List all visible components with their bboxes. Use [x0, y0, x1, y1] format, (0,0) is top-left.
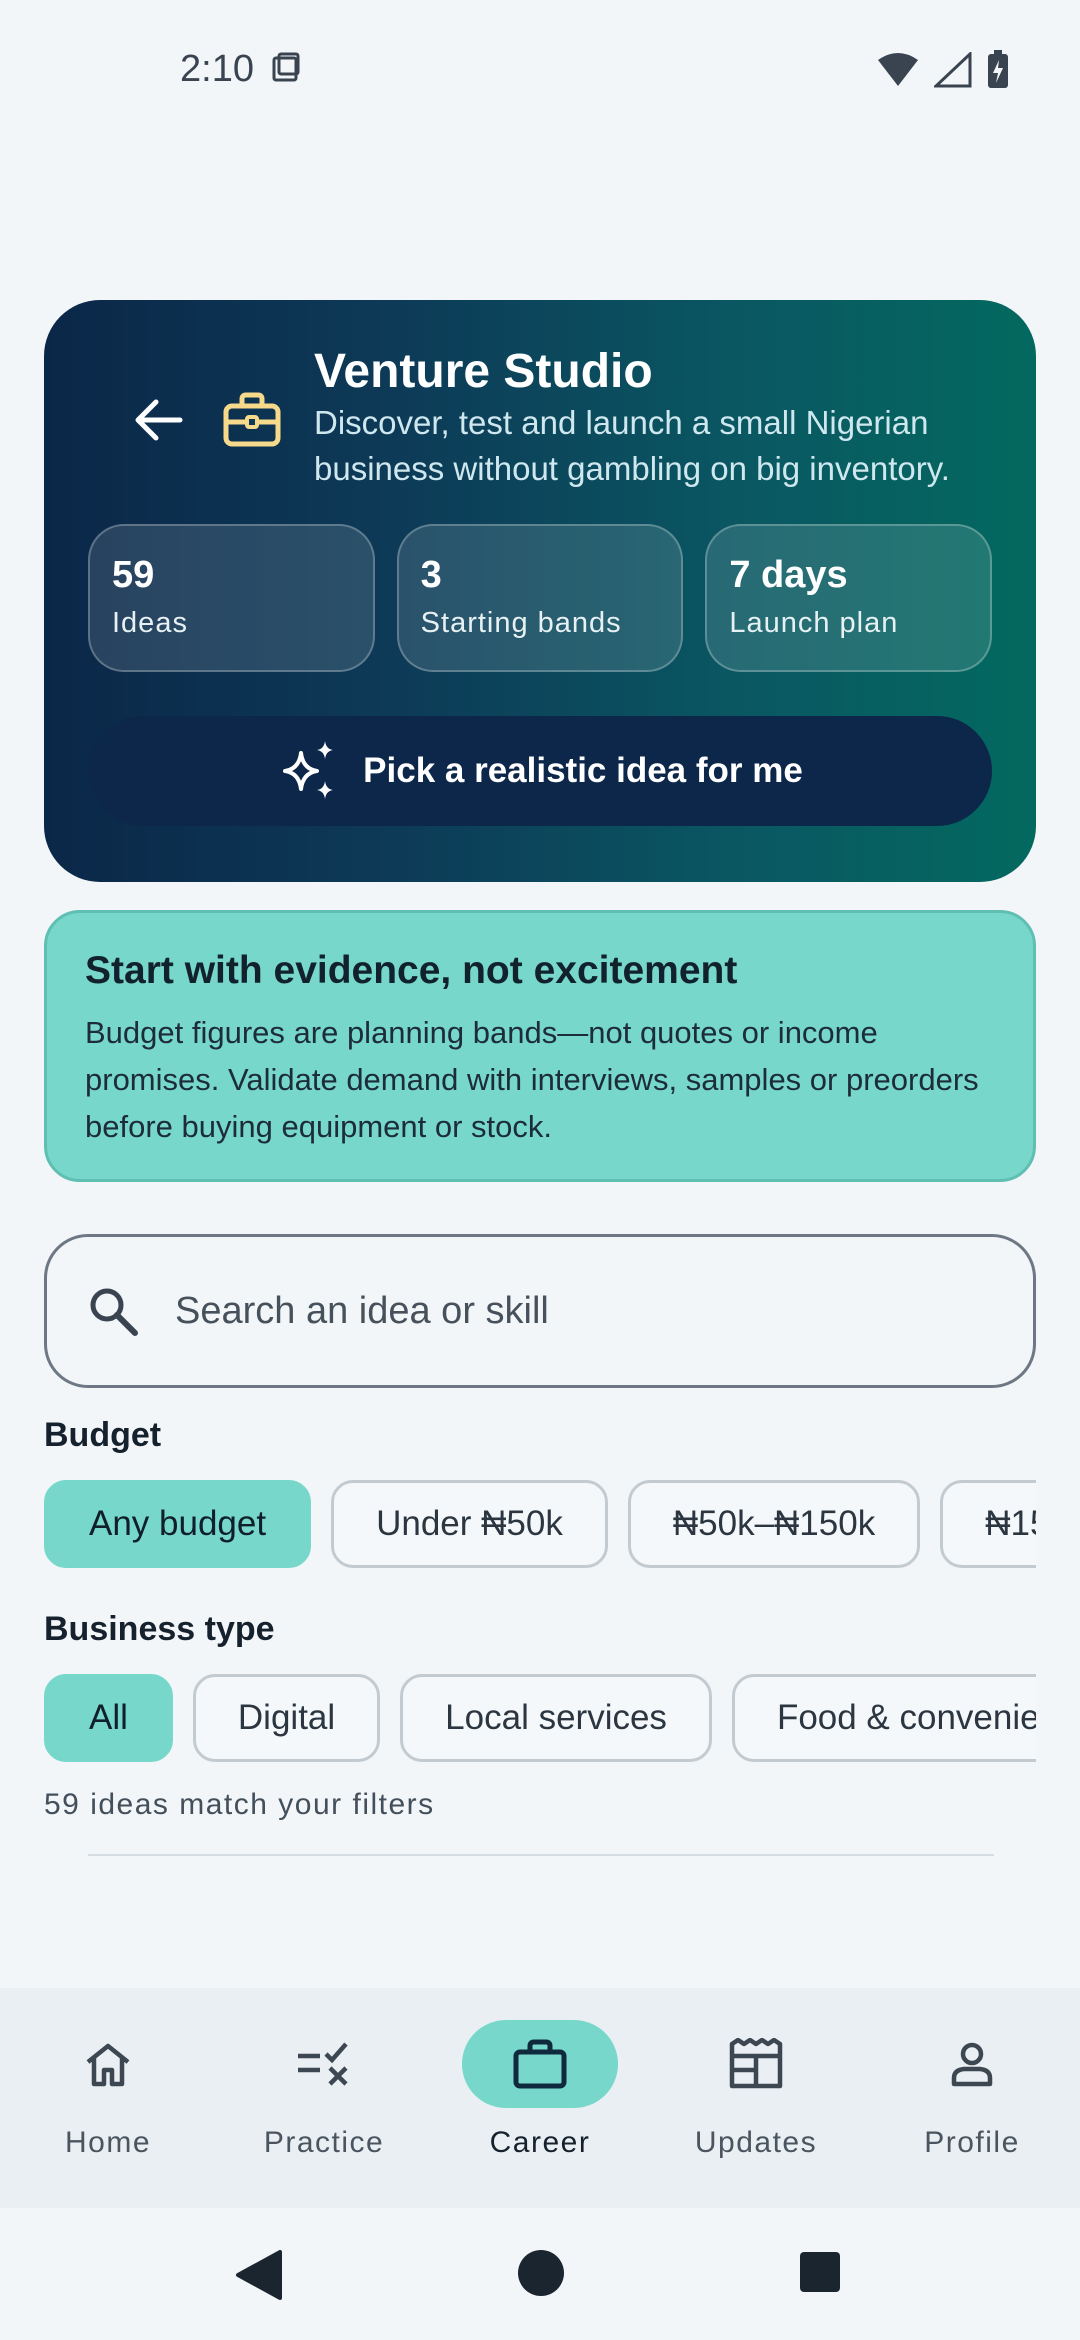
system-navigation-bar — [0, 2208, 1080, 2340]
system-back-icon[interactable] — [234, 2248, 284, 2302]
divider — [88, 1854, 994, 1856]
hero-title: Venture Studio — [314, 345, 653, 398]
nav-label: Practice — [263, 2126, 385, 2159]
system-recents-icon[interactable] — [798, 2250, 842, 2294]
nav-updates[interactable]: Updates — [656, 1988, 856, 2208]
practice-icon — [298, 2042, 348, 2086]
nav-profile[interactable]: Profile — [872, 1988, 1072, 2208]
nav-label: Home — [64, 2126, 152, 2159]
nav-career[interactable]: Career — [440, 1988, 640, 2208]
info-title: Start with evidence, not excitement — [85, 949, 738, 992]
pick-idea-label: Pick a realistic idea for me — [363, 751, 803, 790]
budget-chip-row[interactable]: Any budget Under ₦50k ₦50k–₦150k ₦150k+ — [44, 1480, 1036, 1570]
chip-local-services[interactable]: Local services — [400, 1674, 712, 1762]
status-icons — [876, 50, 1010, 90]
nav-label: Profile — [924, 2126, 1020, 2159]
business-type-label: Business type — [44, 1610, 275, 1648]
nav-home[interactable]: Home — [8, 1988, 208, 2208]
nav-label: Updates — [694, 2126, 818, 2159]
venture-studio-hero-card: Venture Studio Discover, test and launch… — [44, 300, 1036, 882]
pick-idea-button[interactable]: Pick a realistic idea for me — [88, 716, 992, 826]
stat-label: Ideas — [112, 607, 188, 639]
match-count: 59 ideas match your filters — [44, 1788, 435, 1821]
stat-label: Launch plan — [729, 607, 899, 639]
business-type-chip-row[interactable]: All Digital Local services Food & conven… — [44, 1674, 1036, 1764]
chip-150k-plus[interactable]: ₦150k+ — [940, 1480, 1036, 1568]
chip-50k-150k[interactable]: ₦50k–₦150k — [627, 1480, 921, 1568]
chip-all[interactable]: All — [44, 1674, 173, 1762]
arrow-back-icon — [135, 399, 183, 441]
stat-value: 7 days — [729, 554, 848, 596]
battery-icon — [988, 50, 1008, 88]
info-body: Budget figures are planning bands—not qu… — [85, 1015, 979, 1144]
status-time: 2:10 — [180, 48, 254, 90]
system-home-icon[interactable] — [516, 2248, 566, 2298]
chip-under-50k[interactable]: Under ₦50k — [331, 1480, 608, 1568]
stat-starting-bands: 3 Starting bands — [396, 524, 684, 672]
stat-value: 59 — [112, 554, 155, 596]
wifi-icon — [878, 53, 918, 86]
stat-value: 3 — [420, 554, 442, 596]
evidence-info-card: Start with evidence, not excitement Budg… — [44, 910, 1036, 1182]
status-bar: 2:10 — [0, 0, 1080, 140]
nav-practice[interactable]: Practice — [224, 1988, 424, 2208]
search-field[interactable] — [44, 1234, 1036, 1388]
chip-digital[interactable]: Digital — [192, 1674, 381, 1762]
nav-label: Career — [489, 2126, 591, 2159]
venture-studio-screen: 2:10 Venture Studio Discover, test and l… — [0, 0, 1080, 2340]
newspaper-icon — [729, 2038, 783, 2089]
person-icon — [951, 2042, 993, 2087]
back-button[interactable] — [122, 384, 194, 456]
sparkles-icon — [283, 741, 334, 799]
briefcase-icon — [223, 392, 281, 447]
stats-row: 59 Ideas 3 Starting bands 7 days Launch … — [88, 524, 993, 672]
chip-any-budget[interactable]: Any budget — [44, 1480, 312, 1568]
search-icon — [90, 1288, 138, 1336]
signal-icon — [934, 52, 972, 88]
chip-food-convenience[interactable]: Food & convenience — [731, 1674, 1036, 1762]
bottom-navigation: Home Practice Career Updates Profile — [0, 1988, 1080, 2208]
search-input[interactable] — [175, 1289, 955, 1333]
home-icon — [86, 2043, 130, 2087]
stat-launch-plan: 7 days Launch plan — [705, 524, 993, 672]
stat-label: Starting bands — [420, 607, 622, 639]
hero-subtitle: Discover, test and launch a small Nigeri… — [314, 404, 950, 487]
stat-ideas: 59 Ideas — [88, 524, 375, 672]
briefcase-icon — [513, 2039, 567, 2089]
screenshot-notification-icon — [272, 52, 300, 82]
budget-label: Budget — [44, 1416, 162, 1454]
